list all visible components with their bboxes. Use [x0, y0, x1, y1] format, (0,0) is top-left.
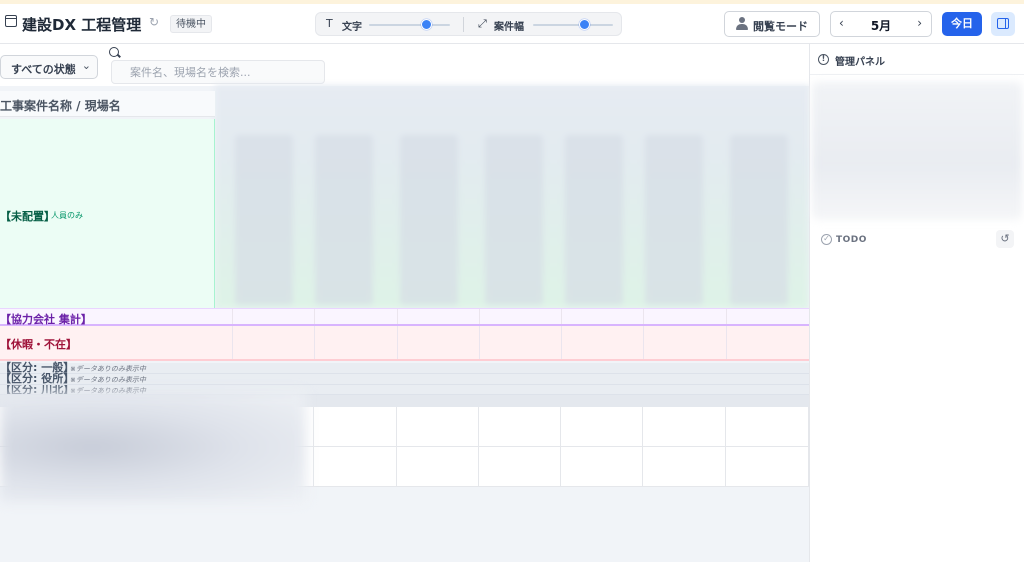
partner-summary-row: 【協力会社 集計】 [0, 308, 809, 326]
state-filter-value: すべての状態 [11, 63, 76, 76]
todo-section-label: TODO [836, 235, 867, 245]
filter-toolbar: すべての状態 ⌄ [0, 44, 809, 86]
category-label: 【区分: 役所】 [0, 372, 75, 385]
blurred-schedule-grid [215, 85, 809, 309]
display-sliders: T 文字 ⤢ 案件幅 [315, 12, 622, 36]
leave-absence-row: 【休暇・不在】 [0, 326, 809, 361]
column-width-slider[interactable] [533, 24, 613, 26]
grid-cell[interactable] [561, 447, 643, 487]
column-width-label: 案件幅 [494, 22, 524, 33]
check-circle-icon: ✓ [821, 234, 832, 245]
panel-layout-icon [997, 18, 1009, 29]
search-icon [109, 47, 119, 57]
panel-header: ! 管理パネル [810, 44, 1024, 75]
history-icon[interactable]: ↺ [996, 230, 1014, 248]
month-navigator: ‹ 5月 › [830, 11, 932, 37]
search-input[interactable] [111, 60, 325, 84]
unassigned-row: 【未配置】 人員のみ [0, 119, 215, 308]
chevron-right-icon[interactable]: › [917, 16, 922, 30]
current-month: 5月 [870, 19, 892, 33]
category-row[interactable]: 【区分: 役所】 ※データありのみ表示中 [0, 372, 809, 385]
side-panel-toggle[interactable] [991, 12, 1015, 36]
grid-cell[interactable] [397, 447, 479, 487]
grid-cell[interactable] [643, 407, 726, 447]
grid-cell[interactable] [726, 447, 809, 487]
unassigned-label: 【未配置】 [0, 210, 55, 223]
user-icon [735, 17, 749, 31]
state-filter-select[interactable]: すべての状態 ⌄ [0, 55, 98, 79]
category-note: ※データありのみ表示中 [70, 376, 146, 384]
width-resize-icon: ⤢ [478, 17, 487, 30]
slider-divider [463, 17, 464, 32]
project-column-title: 工事案件名称 / 現場名 [0, 99, 121, 113]
unassigned-note: 人員のみ [51, 211, 83, 220]
management-panel: ! 管理パネル ✓ TODO ↺ [809, 44, 1024, 562]
view-mode-label: 閲覧モード [753, 20, 808, 33]
text-size-icon: T [326, 17, 333, 30]
chevron-down-icon: ⌄ [81, 59, 91, 72]
refresh-icon[interactable]: ↻ [149, 16, 159, 28]
info-icon: ! [818, 54, 829, 65]
status-badge: 待機中 [170, 15, 212, 33]
schedule-main: すべての状態 ⌄ 工事案件名称 / 現場名 【未配置】 人員のみ 【協力会社 集… [0, 44, 809, 562]
text-size-label: 文字 [342, 22, 362, 33]
calendar-icon [5, 15, 17, 27]
today-button[interactable]: 今日 [942, 12, 982, 36]
app-title: 建設DX 工程管理 [22, 16, 142, 34]
category-row[interactable]: 【区分: 一般】 ※データありのみ表示中 [0, 362, 809, 374]
leave-absence-label: 【休暇・不在】 [0, 338, 77, 351]
grid-cell[interactable] [479, 447, 561, 487]
text-size-slider[interactable] [369, 24, 450, 26]
text-size-slider-thumb[interactable] [421, 19, 433, 30]
view-mode-button[interactable]: 閲覧モード [724, 11, 820, 37]
column-width-slider-thumb[interactable] [579, 19, 590, 30]
partner-summary-label: 【協力会社 集計】 [0, 313, 92, 326]
panel-title: 管理パネル [835, 57, 885, 68]
app-header: 建設DX 工程管理 ↻ 待機中 T 文字 ⤢ 案件幅 閲覧モード ‹ 5月 › … [0, 4, 1024, 44]
project-column-header: 工事案件名称 / 現場名 [0, 91, 215, 117]
grid-cell[interactable] [479, 407, 561, 447]
grid-cell[interactable] [314, 407, 397, 447]
grid-cell[interactable] [726, 407, 809, 447]
grid-cell[interactable] [397, 407, 479, 447]
blurred-project-rows [0, 392, 306, 502]
blurred-panel-content [812, 82, 1022, 220]
grid-cell[interactable] [561, 407, 643, 447]
category-note: ※データありのみ表示中 [70, 365, 146, 373]
grid-cell[interactable] [314, 447, 397, 487]
grid-cell[interactable] [643, 447, 726, 487]
